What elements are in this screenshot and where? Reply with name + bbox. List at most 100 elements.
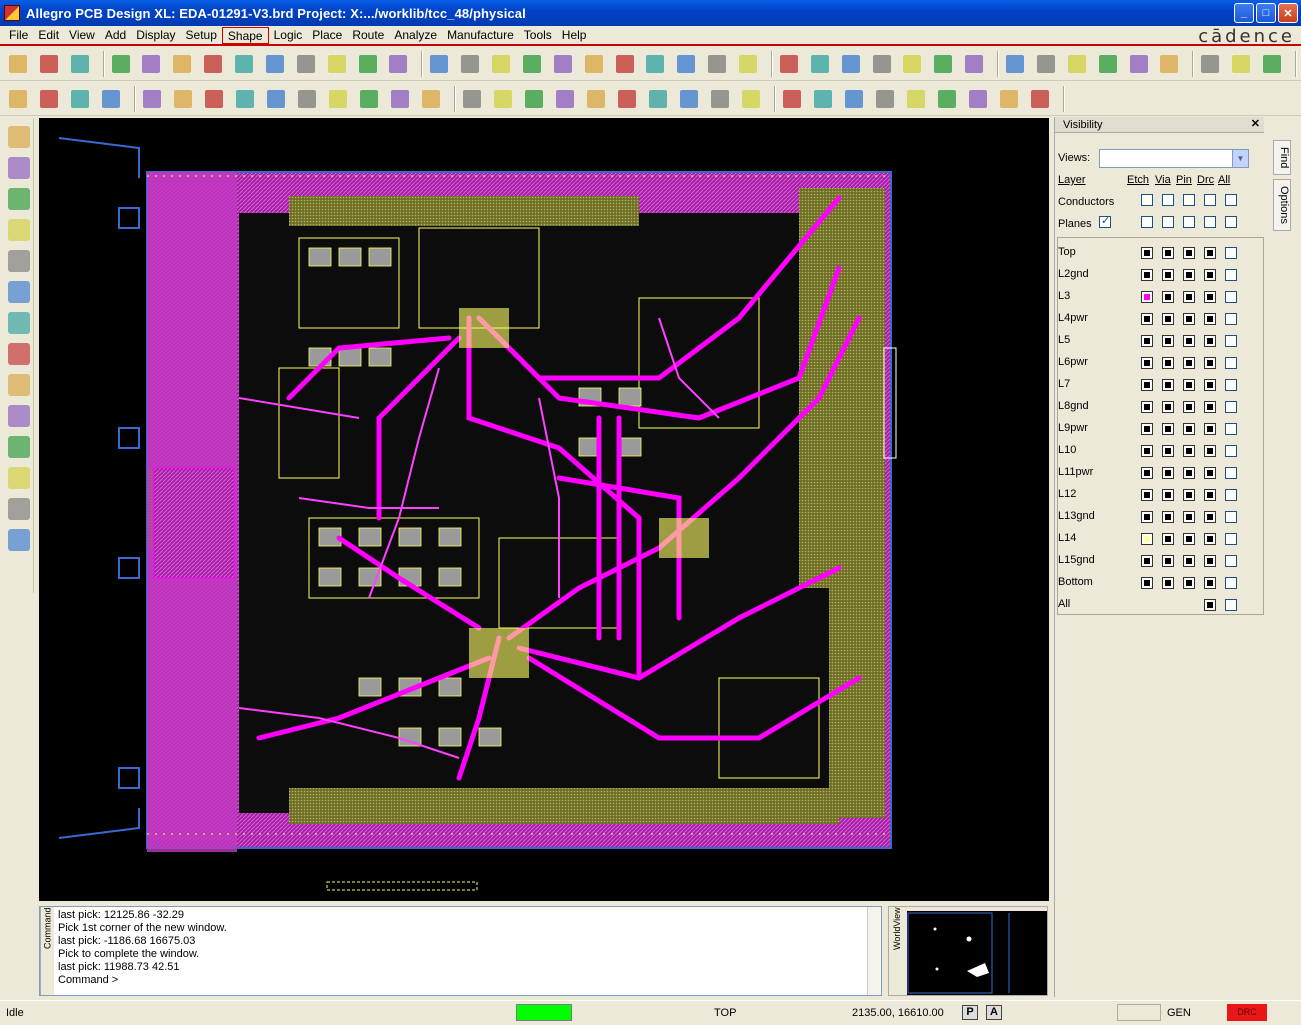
layer-checkbox[interactable] — [1141, 247, 1153, 259]
layer-checkbox[interactable] — [1225, 291, 1237, 303]
zoom-prev-icon[interactable] — [520, 52, 544, 76]
bracket-icon[interactable] — [553, 87, 577, 111]
layer-checkbox[interactable] — [1225, 379, 1237, 391]
menu-route[interactable]: Route — [347, 27, 389, 44]
window-icon[interactable] — [1158, 52, 1182, 76]
matrix-icon[interactable] — [966, 87, 990, 111]
conductors-checkbox[interactable] — [1225, 194, 1237, 206]
menu-place[interactable]: Place — [307, 27, 347, 44]
planes-checkbox[interactable]: ✓ — [1099, 215, 1111, 228]
circle-icon[interactable] — [202, 87, 226, 111]
bookmark-icon[interactable] — [935, 87, 959, 111]
menu-help[interactable]: Help — [557, 27, 592, 44]
arc-icon[interactable] — [295, 87, 319, 111]
layer-checkbox[interactable] — [1162, 335, 1174, 347]
layer-checkbox[interactable] — [1141, 511, 1153, 523]
layer-checkbox[interactable] — [1162, 445, 1174, 457]
layer-checkbox[interactable] — [1204, 445, 1216, 457]
diagonal-icon[interactable] — [615, 87, 639, 111]
layer-checkbox[interactable] — [1141, 335, 1153, 347]
shape-fill-icon[interactable] — [68, 87, 92, 111]
fix-icon[interactable] — [325, 52, 349, 76]
zoom-out-icon[interactable] — [489, 52, 513, 76]
line-icon[interactable] — [7, 436, 30, 458]
design-canvas[interactable] — [39, 118, 1049, 901]
list-icon[interactable] — [7, 374, 30, 396]
layer-checkbox[interactable] — [1162, 423, 1174, 435]
layer-checkbox[interactable] — [1225, 357, 1237, 369]
layer-checkbox[interactable] — [1141, 533, 1153, 545]
rect-icon[interactable] — [171, 87, 195, 111]
layer-checkbox[interactable] — [1162, 357, 1174, 369]
all-layers-checkbox[interactable] — [1204, 599, 1216, 611]
layer-icon[interactable] — [808, 52, 832, 76]
layer-checkbox[interactable] — [1162, 313, 1174, 325]
layer-checkbox[interactable] — [1162, 379, 1174, 391]
layer-checkbox[interactable] — [1204, 379, 1216, 391]
layer-checkbox[interactable] — [1162, 533, 1174, 545]
menu-tools[interactable]: Tools — [519, 27, 557, 44]
layer-checkbox[interactable] — [1141, 357, 1153, 369]
layer-checkbox[interactable] — [1204, 555, 1216, 567]
layer-checkbox[interactable] — [1183, 247, 1195, 259]
new-file-icon[interactable] — [6, 52, 30, 76]
connect-icon[interactable] — [7, 219, 30, 241]
tab-options[interactable]: Options — [1273, 179, 1291, 232]
chevron-down-icon[interactable]: ▼ — [1232, 150, 1248, 167]
spread-icon[interactable] — [7, 312, 30, 334]
layer-checkbox[interactable] — [1204, 247, 1216, 259]
layer-checkbox[interactable] — [1183, 555, 1195, 567]
spin-icon[interactable] — [294, 52, 318, 76]
fanout-icon[interactable] — [7, 343, 30, 365]
layer-checkbox[interactable] — [1162, 577, 1174, 589]
odb-icon[interactable] — [780, 87, 804, 111]
square-icon[interactable] — [326, 87, 350, 111]
timer-icon[interactable] — [1127, 52, 1151, 76]
3d-view-icon[interactable] — [644, 52, 668, 76]
matrix-icon[interactable] — [7, 405, 30, 427]
grid-toggle-icon[interactable] — [705, 52, 729, 76]
menu-setup[interactable]: Setup — [181, 27, 222, 44]
planes-checkbox[interactable] — [1183, 216, 1195, 228]
conductors-checkbox[interactable] — [1162, 194, 1174, 206]
menu-shape[interactable]: Shape — [221, 26, 269, 44]
place-icon[interactable] — [7, 250, 30, 272]
close-button[interactable]: ✕ — [1278, 3, 1298, 23]
layer-checkbox[interactable] — [1141, 467, 1153, 479]
layer-checkbox[interactable] — [1141, 423, 1153, 435]
menu-add[interactable]: Add — [100, 27, 131, 44]
planes-checkbox[interactable] — [1225, 216, 1237, 228]
layer-checkbox[interactable] — [1141, 577, 1153, 589]
layer-checkbox[interactable] — [1225, 489, 1237, 501]
layer-checkbox[interactable] — [1204, 335, 1216, 347]
color-icon[interactable] — [736, 52, 760, 76]
layer-checkbox[interactable] — [1162, 291, 1174, 303]
maximize-button[interactable]: □ — [1256, 3, 1276, 23]
flip-icon[interactable] — [674, 52, 698, 76]
frame-icon[interactable] — [264, 87, 288, 111]
layer-checkbox[interactable] — [1162, 247, 1174, 259]
layer-checkbox[interactable] — [1162, 401, 1174, 413]
layer-checkbox[interactable] — [1183, 489, 1195, 501]
layer-checkbox[interactable] — [1204, 511, 1216, 523]
pcb-board-view[interactable] — [39, 118, 1049, 901]
layer-checkbox[interactable] — [1183, 467, 1195, 479]
brush-icon[interactable] — [1034, 52, 1058, 76]
layer-checkbox[interactable] — [1162, 489, 1174, 501]
save-icon[interactable] — [68, 52, 92, 76]
help-icon[interactable] — [1229, 52, 1253, 76]
layer-checkbox[interactable] — [1225, 313, 1237, 325]
measure-icon[interactable] — [522, 87, 546, 111]
layer-checkbox[interactable] — [1204, 269, 1216, 281]
a-button[interactable]: A — [986, 1005, 1002, 1020]
layer-checkbox[interactable] — [1225, 511, 1237, 523]
conductors-checkbox[interactable] — [1183, 194, 1195, 206]
conductors-checkbox[interactable] — [1141, 194, 1153, 206]
conductors-checkbox[interactable] — [1204, 194, 1216, 206]
text-add-icon[interactable] — [7, 498, 30, 520]
pin-icon[interactable] — [356, 52, 380, 76]
layer-checkbox[interactable] — [1162, 511, 1174, 523]
planes-checkbox[interactable] — [1204, 216, 1216, 228]
angle-icon[interactable] — [584, 87, 608, 111]
layer-checkbox[interactable] — [1204, 423, 1216, 435]
